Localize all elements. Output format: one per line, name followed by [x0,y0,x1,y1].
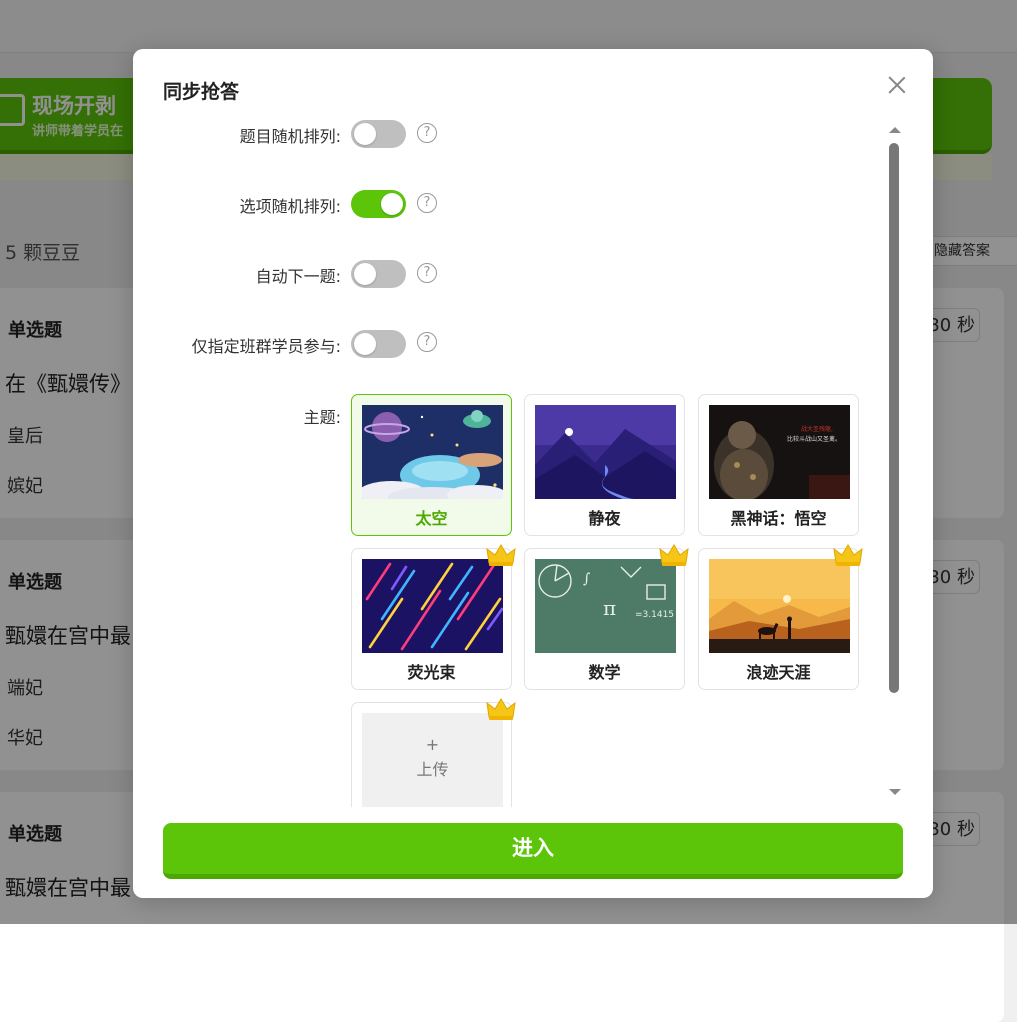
theme-name: 浪迹天涯 [746,663,811,682]
toggle-shuffle-questions[interactable] [351,120,406,148]
dialog-title: 同步抢答 [163,81,240,103]
crown-icon [486,544,516,566]
theme-card-math[interactable]: ∫ π =3.1415 数学 [524,544,689,690]
theme-name: 太空 [415,509,448,528]
wukong-thumb-text: 比较斗战山又圣禽。 [787,435,841,443]
toggle-auto-next[interactable] [351,260,406,288]
setting-label-shuffle-options: 选项随机排列: [239,197,341,216]
enter-button[interactable]: 进入 [163,823,903,879]
theme-thumbnail-night [535,405,676,499]
scroll-down-arrow[interactable] [889,789,901,795]
crown-icon [833,544,863,566]
theme-card-desert[interactable]: 浪迹天涯 [698,544,863,690]
scroll-up-arrow[interactable] [889,127,901,133]
help-icon[interactable]: ? [417,123,437,143]
theme-name: 数学 [588,663,621,682]
toggle-knob [354,333,376,355]
setting-label-auto-next: 自动下一题: [255,267,341,286]
theme-card-space[interactable]: 太空 [351,394,512,536]
setting-label-shuffle-questions: 题目随机排列: [239,127,341,146]
wukong-thumb-text: 战大圣残躯, [801,425,833,433]
theme-thumbnail-neon [362,559,503,653]
math-thumb-text: =3.1415 [635,610,674,620]
theme-card-night[interactable]: 静夜 [524,394,685,536]
toggle-knob [354,123,376,145]
theme-thumbnail-desert [709,559,850,653]
scrollbar[interactable] [885,127,903,799]
theme-thumbnail-wukong: 战大圣残躯, 比较斗战山又圣禽。 [709,405,850,499]
theme-upload-card[interactable]: + 上传 [351,698,516,807]
toggle-knob [381,193,403,215]
theme-name: 黑神话：悟空 [730,509,827,528]
math-thumb-text: ∫ [583,571,590,587]
theme-card-wukong[interactable]: 战大圣残躯, 比较斗战山又圣禽。 黑神话：悟空 [698,394,859,536]
quick-answer-dialog: 同步抢答 题目随机排列: ? 选项随机排列: ? 自动下一题: ? 仅指定班群学… [133,49,933,898]
help-icon[interactable]: ? [417,332,437,352]
toggle-shuffle-options[interactable] [351,190,406,218]
help-icon[interactable]: ? [417,263,437,283]
theme-label: 主题: [303,408,341,427]
upload-label: 上传 [416,760,449,779]
settings-scroll-area[interactable]: 题目随机排列: ? 选项随机排列: ? 自动下一题: ? 仅指定班群学员参与: … [133,117,903,807]
theme-card-neon[interactable]: 荧光束 [351,544,516,690]
setting-label-class-only: 仅指定班群学员参与: [191,337,341,356]
help-icon[interactable]: ? [417,193,437,213]
theme-thumbnail-space [362,405,503,499]
crown-icon [486,698,516,720]
theme-name: 静夜 [588,509,621,528]
scrollbar-thumb[interactable] [889,143,899,693]
crown-icon [659,544,689,566]
close-icon[interactable] [885,73,909,97]
plus-icon: + [425,735,440,754]
theme-name: 荧光束 [407,663,456,682]
toggle-knob [354,263,376,285]
theme-thumbnail-math: ∫ π =3.1415 [535,559,676,653]
toggle-class-only[interactable] [351,330,406,358]
math-thumb-text: π [603,596,616,620]
upload-button[interactable]: + 上传 [362,713,503,807]
